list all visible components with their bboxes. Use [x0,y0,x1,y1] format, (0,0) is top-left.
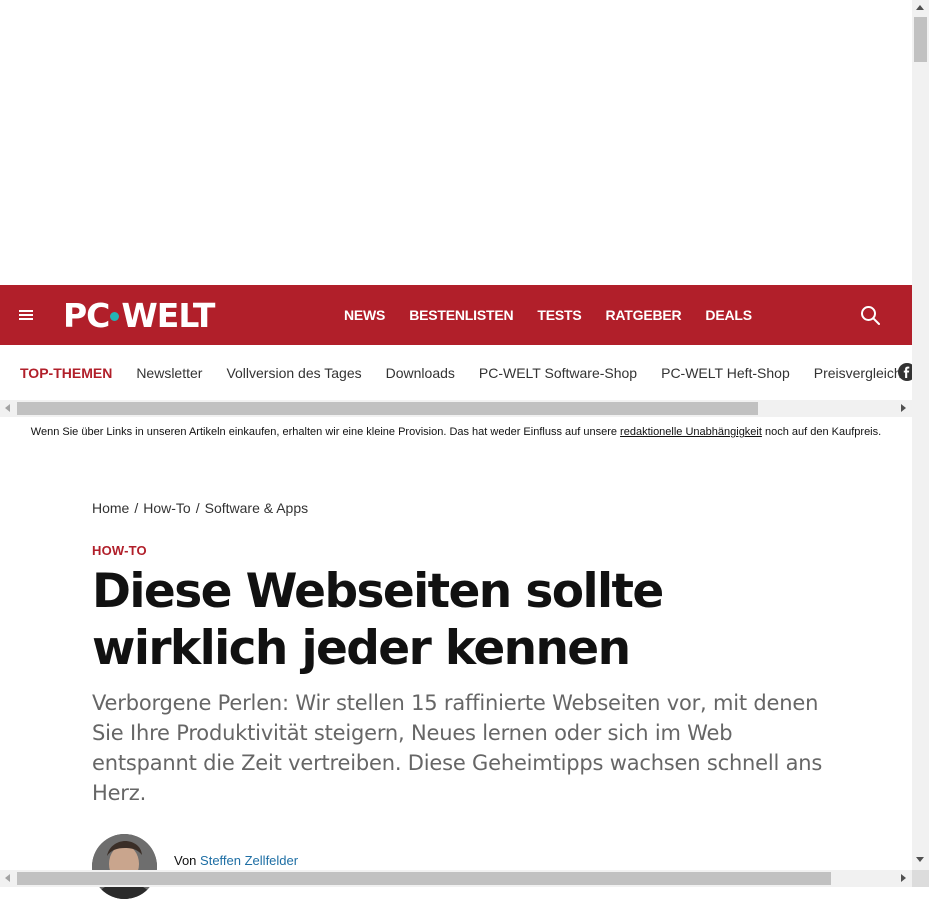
author-avatar[interactable] [92,834,157,899]
author-prefix: Von [174,853,197,868]
nav-tests[interactable]: TESTS [537,307,581,323]
site-logo[interactable]: PC WELT [63,295,215,335]
article-subtitle: Verborgene Perlen: Wir stellen 15 raffin… [92,691,823,805]
hamburger-menu-icon[interactable] [19,308,35,322]
author-byline: Von Steffen Zellfelder [174,853,298,868]
scroll-up-arrow-icon[interactable] [916,5,924,10]
subnav-software-shop[interactable]: PC-WELT Software-Shop [479,365,637,381]
disclaimer-link[interactable]: redaktionelle Unabhängigkeit [620,426,762,438]
vertical-scrollbar-thumb[interactable] [914,17,927,62]
scroll-left-arrow-icon[interactable] [5,874,10,882]
main-nav: NEWS BESTENLISTEN TESTS RATGEBER DEALS [344,285,776,345]
scrollbar-corner [912,870,929,887]
scroll-left-arrow-icon[interactable] [5,404,10,412]
scroll-right-arrow-icon[interactable] [901,874,906,882]
search-icon[interactable] [860,305,880,325]
breadcrumb-separator: / [195,500,200,516]
disclaimer-text-before: Wenn Sie über Links in unseren Artikeln … [30,426,621,438]
nav-horizontal-scrollbar[interactable] [0,400,912,417]
disclaimer-text-after: noch auf den Kaufpreis. [761,426,882,438]
breadcrumb-how-to[interactable]: How-To [143,500,190,516]
subnav-heft-shop[interactable]: PC-WELT Heft-Shop [661,365,790,381]
nav-ratgeber[interactable]: RATGEBER [606,307,682,323]
subnav-preisvergleich[interactable]: Preisvergleich [814,365,902,381]
topics-nav: TOP-THEMEN Newsletter Vollversion des Ta… [0,345,912,401]
article-kicker[interactable]: HOW-TO [92,543,147,558]
nav-bestenlisten[interactable]: BESTENLISTEN [409,307,513,323]
subnav-newsletter[interactable]: Newsletter [136,365,202,381]
subnav-top-themen[interactable]: TOP-THEMEN [20,365,112,381]
logo-text-welt: WELT [121,295,215,335]
breadcrumb-separator: / [134,500,139,516]
logo-dot [110,311,120,321]
ad-space [0,0,912,285]
nav-deals[interactable]: DEALS [705,307,752,323]
page-vertical-scrollbar[interactable] [912,0,929,870]
page-horizontal-scrollbar[interactable] [0,870,912,887]
author-name-link[interactable]: Steffen Zellfelder [200,853,298,868]
affiliate-disclaimer: Wenn Sie über Links in unseren Artikeln … [0,417,912,447]
site-header: PC WELT NEWS BESTENLISTEN TESTS RATGEBER … [0,285,912,345]
subnav-vollversion[interactable]: Vollversion des Tages [226,365,361,381]
scroll-right-arrow-icon[interactable] [901,404,906,412]
facebook-icon[interactable] [897,362,912,382]
author-photo [92,834,157,899]
article-title: Diese Webseiten sollte wirklich jeder ke… [92,564,664,676]
breadcrumb-home[interactable]: Home [92,500,129,516]
breadcrumb-software-apps[interactable]: Software & Apps [205,500,309,516]
breadcrumb: Home / How-To / Software & Apps [92,500,308,516]
scrollbar-thumb[interactable] [17,402,758,415]
nav-news[interactable]: NEWS [344,307,385,323]
horizontal-scrollbar-thumb[interactable] [17,872,831,885]
subnav-downloads[interactable]: Downloads [386,365,455,381]
scroll-down-arrow-icon[interactable] [916,857,924,862]
logo-text-pc: PC [63,295,110,335]
